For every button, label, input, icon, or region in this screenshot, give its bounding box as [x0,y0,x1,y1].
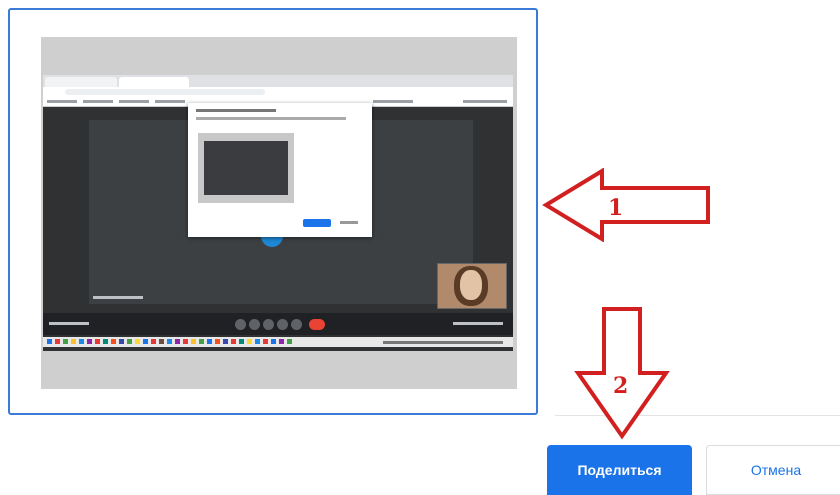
screen-thumbnail [41,37,517,389]
meeting-control-bar [43,313,513,335]
annotation-number-2: 2 [613,373,628,399]
annotation-arrow-1: 1 [542,168,710,242]
screen-capture [43,75,513,351]
browser-tabs [43,75,513,87]
os-taskbar [43,337,513,347]
annotation-arrow-2: 2 [574,307,670,440]
cancel-button[interactable]: Отмена [706,445,840,495]
annotation-number-1: 1 [608,195,623,221]
share-button[interactable]: Поделиться [547,445,692,495]
nested-share-dialog [188,103,372,237]
self-view-camera [437,263,507,309]
screen-preview-tile[interactable] [8,8,538,415]
